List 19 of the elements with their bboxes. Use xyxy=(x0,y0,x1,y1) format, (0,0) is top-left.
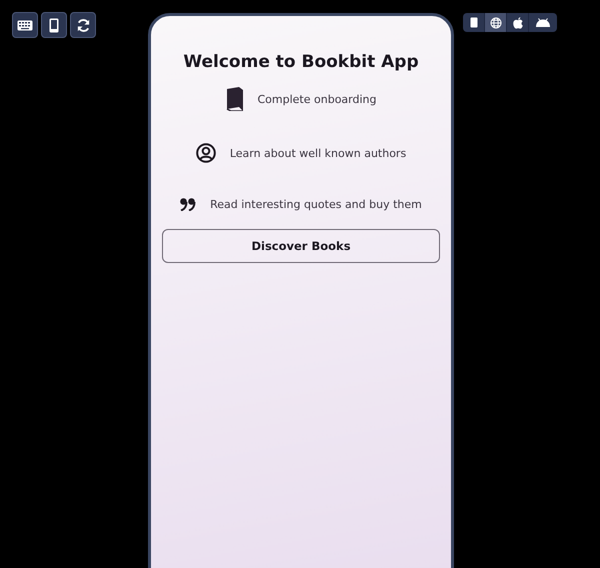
feature-label: Complete onboarding xyxy=(258,92,376,106)
apple-icon xyxy=(512,16,522,28)
android-icon xyxy=(535,18,551,27)
web-platform-tab[interactable] xyxy=(485,13,507,32)
globe-icon xyxy=(490,16,502,28)
quote-icon xyxy=(180,198,196,210)
discover-button[interactable]: Discover Books xyxy=(162,229,440,263)
refresh-button[interactable] xyxy=(70,12,96,38)
phone-icon xyxy=(470,17,478,28)
keyboard-icon xyxy=(17,20,33,30)
phone-icon xyxy=(49,18,59,32)
refresh-icon xyxy=(76,18,90,32)
feature-label: Learn about well known authors xyxy=(230,146,406,160)
person-icon xyxy=(196,143,216,163)
welcome-title: Welcome to Bookbit App xyxy=(183,52,419,72)
device-button[interactable] xyxy=(41,12,67,38)
feature-label: Read interesting quotes and buy them xyxy=(210,198,422,210)
book-icon xyxy=(226,87,244,111)
keyboard-button[interactable] xyxy=(12,12,38,38)
